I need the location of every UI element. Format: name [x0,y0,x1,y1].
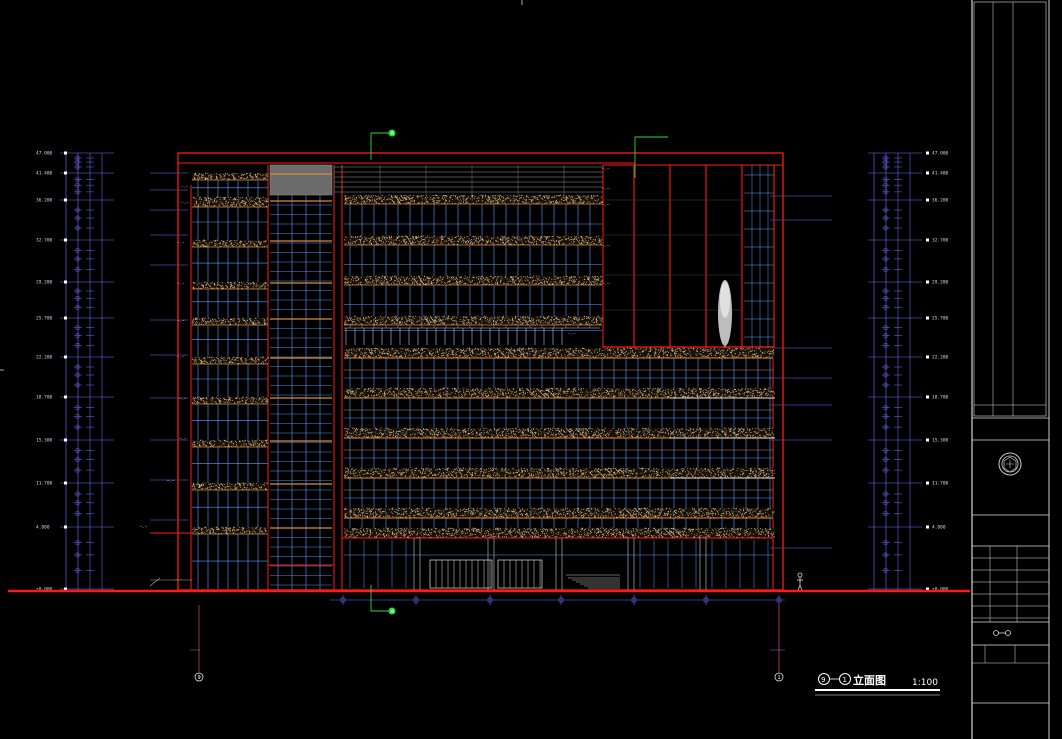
level-label: 18.700 [932,395,949,401]
elevation-drawing: ±0.0004.80011.70015.30018.70022.20025.70… [0,0,1050,739]
level-label: 36.200 [36,198,53,204]
lower-podium [344,347,775,590]
svg-text:—.—: —.— [179,396,187,401]
level-label: 36.200 [932,198,949,204]
level-label: 29.200 [36,280,53,286]
grid-axis-right: 1 [774,605,784,682]
svg-text:—.—: —.— [177,318,185,323]
level-label: 29.200 [932,280,949,286]
drawing-scale: 1:100 [912,678,938,688]
level-label: 22.200 [36,355,53,361]
binding-clip-icon [993,630,1011,636]
svg-text:—.—: —.— [179,436,187,441]
svg-text:—.—: —.— [602,243,610,248]
drawing-title-block: 9 1 立面图 1:100 [815,673,940,696]
svg-text:—.—: —.— [177,240,185,245]
level-label: 22.200 [932,355,949,361]
svg-text:—.—: —.— [167,478,175,483]
svg-text:—.—: —.— [177,354,185,359]
svg-text:—.—: —.— [602,186,610,191]
grid-axis-left: 9 [194,605,204,682]
level-label: 32.700 [932,238,949,244]
axis-label-top: A [391,131,395,137]
building-elevation: —.——.——.——.——.——.——.——.——.——.——.— —.——.—… [140,152,803,591]
level-label: 32.700 [36,238,53,244]
left-dimension-chain: ±0.0004.80011.70015.30018.70022.20025.70… [36,151,188,593]
bottom-dimension-row [190,595,785,651]
level-label: 41.400 [932,171,949,177]
core-column [268,164,335,590]
axis-label-left: 9 [198,675,201,681]
drawing-title: 立面图 [853,673,886,687]
level-label: 11.700 [36,481,53,487]
level-label: 25.700 [36,316,53,322]
svg-text:—.—: —.— [568,331,576,336]
level-label: 47.000 [36,151,53,157]
right-portal [603,164,783,348]
axis-label-bottom: A [391,609,395,615]
level-label: 18.700 [36,395,53,401]
tree-icon [718,280,732,348]
level-label: 15.300 [932,438,949,444]
view-bubble-left-label: 9 [821,676,825,684]
svg-text:—.—: —.— [181,184,189,189]
svg-text:—.—: —.— [602,281,610,286]
left-wing: —.— —.— —.— —.— —.— —.— —.— —.— —.— —.— —.— [140,165,269,590]
level-label: 25.700 [932,316,949,322]
human-figure-icon [797,572,803,591]
title-block [971,0,1050,739]
top-axis-marker: A [370,129,396,160]
level-label: 15.300 [36,438,53,444]
level-label: 4.800 [932,525,946,531]
svg-text:—.—: —.— [140,524,148,529]
svg-text:—.—: —.— [602,202,610,207]
svg-text:—.—: —.— [177,281,185,286]
view-bubble-right-label: 1 [843,676,847,684]
level-label: 47.000 [932,151,949,157]
svg-text:—.—: —.— [175,577,183,582]
level-label: 4.800 [36,525,50,531]
upper-central-block: —.— —.— —.— —.— —.— —.— [333,165,610,590]
right-dimension-chain: ±0.0004.80011.70015.30018.70022.20025.70… [770,151,949,593]
svg-text:—.—: —.— [181,200,189,205]
portal-leader [634,136,668,178]
seal-emblem-icon [998,452,1022,476]
level-label: 11.700 [932,481,949,487]
level-label: 41.400 [36,171,53,177]
svg-text:—.—: —.— [602,166,610,171]
entrance-zone [342,537,773,590]
axis-label-right: 1 [778,675,781,681]
